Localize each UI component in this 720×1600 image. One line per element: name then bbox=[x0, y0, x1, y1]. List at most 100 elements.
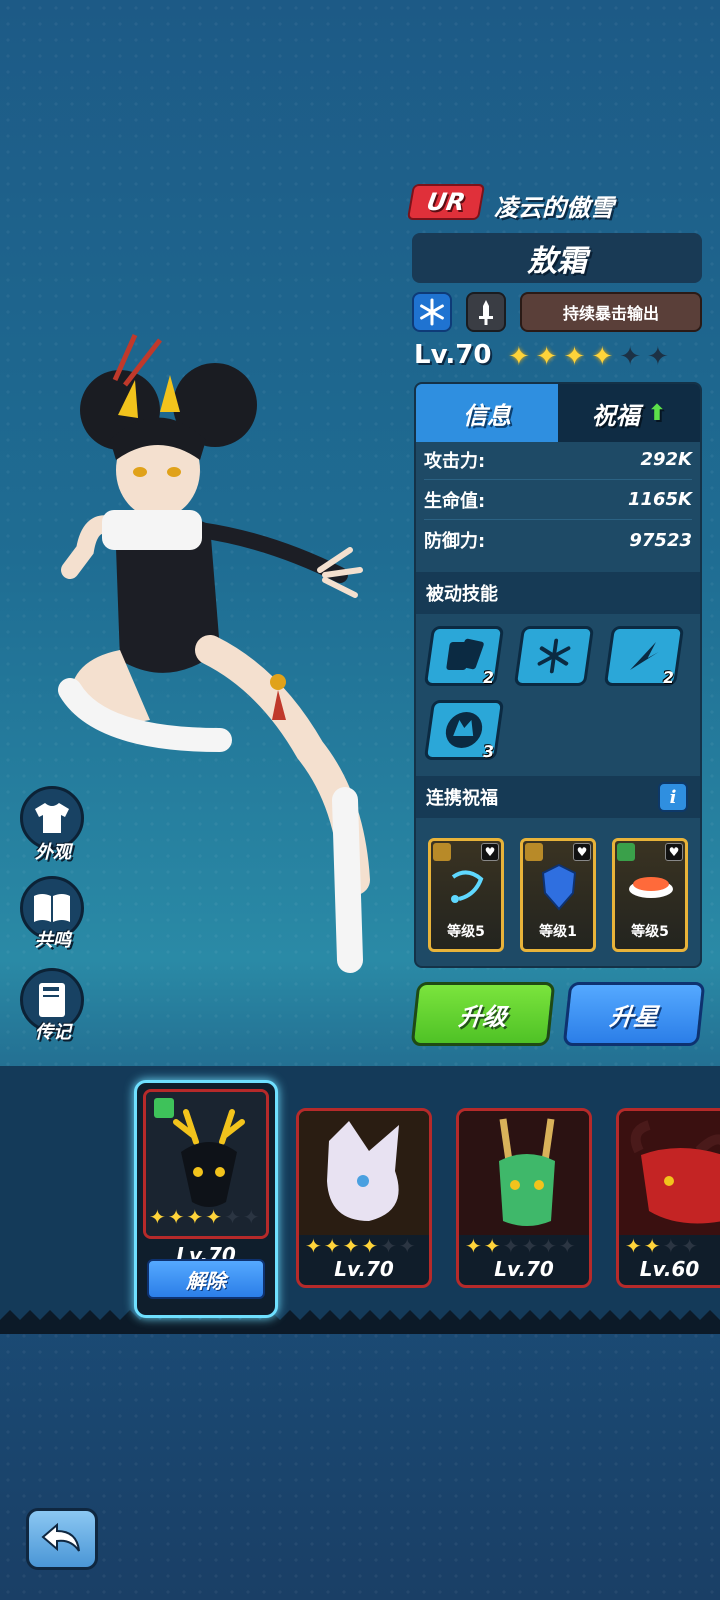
release-button[interactable]: 解除 bbox=[147, 1259, 265, 1299]
back-arrow-icon bbox=[41, 1523, 80, 1552]
bless-card[interactable]: ♥ 等级5 bbox=[428, 838, 504, 952]
passive-skills-header: 被动技能 bbox=[416, 572, 700, 614]
red-demon-icon bbox=[630, 1120, 720, 1224]
sword-icon[interactable] bbox=[466, 292, 506, 332]
star-filled-icon: ✦ bbox=[465, 1234, 482, 1258]
link-bless-header: 连携祝福 i bbox=[416, 776, 700, 818]
tab-info-label: 信息 bbox=[463, 401, 511, 430]
star-filled-icon: ✦ bbox=[323, 1234, 341, 1258]
cards-icon bbox=[446, 638, 484, 670]
star-filled-icon: ✦ bbox=[563, 342, 586, 372]
star-empty-icon: ✦ bbox=[398, 1234, 416, 1258]
stat-row-hp: 生命值: 1165K bbox=[424, 480, 692, 520]
tab-bless[interactable]: 祝福 ⬆ bbox=[558, 384, 700, 442]
journal-icon bbox=[39, 983, 65, 1017]
star-filled-icon: ✦ bbox=[643, 1234, 661, 1258]
heart-icon: ♥ bbox=[665, 843, 683, 861]
bless-level: 等级5 bbox=[631, 924, 669, 940]
tab-bless-label: 祝福 bbox=[591, 401, 640, 430]
heart-icon: ♥ bbox=[573, 843, 591, 861]
roster-card[interactable]: ✦ ✦ ✦ ✦ ✦ ✦ Lv.70 bbox=[296, 1108, 432, 1288]
back-button[interactable] bbox=[26, 1508, 98, 1570]
roster-level: Lv.60 bbox=[639, 1257, 700, 1281]
roster-stars: ✦ ✦ ✦ ✦ ✦ ✦ bbox=[305, 1235, 416, 1257]
white-fox-icon bbox=[327, 1121, 399, 1221]
hero-title: 凌云的傲雪 bbox=[494, 194, 614, 222]
rarity-badge: UR bbox=[406, 184, 486, 220]
star-filled-icon: ✦ bbox=[205, 1205, 223, 1229]
star-filled-icon: ✦ bbox=[305, 1234, 322, 1258]
roster-card[interactable]: ✦ ✦ ✦ ✦ Lv.60 bbox=[616, 1108, 720, 1288]
roster-card[interactable]: ✦ ✦ ✦ ✦ ✦ ✦ Lv.70 bbox=[456, 1108, 592, 1288]
star-filled-icon: ✦ bbox=[186, 1205, 204, 1229]
sushi-icon bbox=[629, 877, 673, 898]
roster-portrait bbox=[459, 1111, 589, 1235]
star-empty-icon: ✦ bbox=[242, 1205, 260, 1229]
blue-shield-icon bbox=[541, 863, 577, 911]
claw-slash-icon bbox=[630, 642, 659, 670]
link-bless-title: 连携祝福 bbox=[426, 788, 498, 809]
element-badge-icon bbox=[433, 843, 451, 861]
skill-cards[interactable]: 2 bbox=[423, 626, 505, 687]
dragon-head-icon bbox=[445, 712, 483, 748]
snowflake-icon[interactable] bbox=[412, 292, 452, 332]
info-icon[interactable]: i bbox=[658, 782, 688, 812]
star-empty-icon: ✦ bbox=[380, 1234, 397, 1258]
snowflake-icon bbox=[537, 638, 571, 674]
star-empty-icon: ✦ bbox=[521, 1234, 539, 1258]
roster-portrait bbox=[299, 1111, 429, 1235]
bless-level: 等级5 bbox=[447, 924, 485, 940]
star-empty-icon: ✦ bbox=[224, 1205, 241, 1229]
side-menu-label: 传记 bbox=[35, 1022, 71, 1043]
stat-value: 97523 bbox=[629, 529, 692, 551]
side-menu-label: 共鸣 bbox=[35, 930, 71, 951]
star-empty-icon: ✦ bbox=[540, 1234, 557, 1258]
bless-card[interactable]: ♥ 等级5 bbox=[612, 838, 688, 952]
star-filled-icon: ✦ bbox=[342, 1234, 360, 1258]
hero-level: Lv.70 bbox=[414, 340, 492, 370]
roster-portrait bbox=[619, 1111, 720, 1235]
star-empty-icon: ✦ bbox=[681, 1234, 699, 1258]
element-badge-icon bbox=[525, 843, 543, 861]
skill-claw[interactable]: 2 bbox=[603, 626, 685, 687]
roster-level: Lv.70 bbox=[494, 1257, 554, 1281]
book-icon bbox=[34, 894, 70, 922]
heart-icon: ♥ bbox=[481, 843, 499, 861]
roster-stars: ✦ ✦ ✦ ✦ ✦ ✦ bbox=[149, 1205, 260, 1229]
element-badge-icon bbox=[617, 843, 635, 861]
shirt-icon bbox=[35, 803, 69, 833]
stat-row-defense: 防御力: 97523 bbox=[424, 520, 692, 560]
star-empty-icon: ✦ bbox=[662, 1234, 680, 1258]
spike-border bbox=[0, 1310, 720, 1334]
bless-card[interactable]: ♥ 等级1 bbox=[520, 838, 596, 952]
stat-label: 攻击力: bbox=[424, 450, 486, 472]
side-menu-label: 外观 bbox=[35, 842, 71, 863]
bless-level: 等级1 bbox=[539, 924, 577, 940]
star-filled-icon: ✦ bbox=[167, 1205, 185, 1229]
hero-star-rating: ✦ ✦ ✦ ✦ ✦ ✦ bbox=[508, 344, 669, 370]
star-empty-icon: ✦ bbox=[502, 1234, 520, 1258]
hero-name: 敖霜 bbox=[412, 233, 702, 283]
upgrade-button[interactable]: 升级 bbox=[410, 982, 556, 1046]
star-filled-icon: ✦ bbox=[149, 1205, 166, 1229]
star-empty-icon: ✦ bbox=[646, 342, 669, 372]
star-filled-icon: ✦ bbox=[483, 1234, 501, 1258]
skill-dragon[interactable]: 3 bbox=[423, 700, 505, 761]
star-up-button[interactable]: 升星 bbox=[562, 982, 706, 1046]
tab-info[interactable]: 信息 bbox=[416, 384, 558, 442]
stat-value: 1165K bbox=[627, 489, 692, 510]
star-empty-icon: ✦ bbox=[619, 342, 641, 372]
role-tag[interactable]: 持续暴击输出 bbox=[520, 292, 702, 332]
star-filled-icon: ✦ bbox=[535, 342, 558, 372]
arrow-up-icon: ⬆ bbox=[647, 400, 667, 426]
roster-card-selected[interactable]: ✦ ✦ ✦ ✦ ✦ ✦ Lv.70 解除 bbox=[134, 1080, 278, 1318]
skill-snowflake[interactable] bbox=[513, 626, 595, 686]
star-filled-icon: ✦ bbox=[591, 342, 614, 372]
star-filled-icon: ✦ bbox=[508, 342, 530, 372]
star-filled-icon: ✦ bbox=[625, 1234, 642, 1258]
roster-stars: ✦ ✦ ✦ ✦ ✦ ✦ bbox=[465, 1235, 576, 1257]
bone-chain-icon bbox=[451, 870, 484, 903]
stat-label: 生命值: bbox=[424, 490, 486, 512]
stat-label: 防御力: bbox=[424, 531, 486, 552]
stat-row-attack: 攻击力: 292K bbox=[424, 440, 692, 480]
